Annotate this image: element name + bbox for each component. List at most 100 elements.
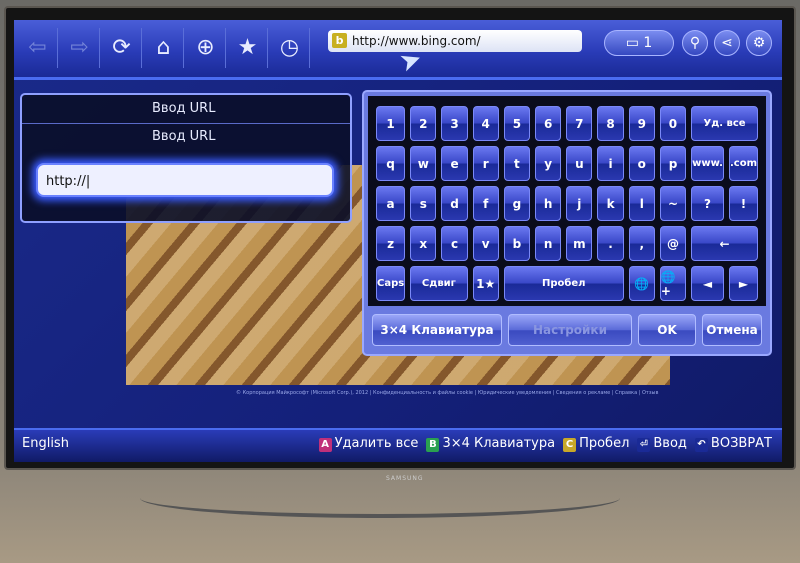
key-8[interactable]: 8 — [597, 106, 624, 141]
hint-label: 3×4 Клавиатура — [442, 436, 556, 451]
bing-favicon-icon: b — [332, 33, 347, 48]
key-,[interactable]: , — [628, 226, 655, 261]
key-special[interactable]: Уд. все — [691, 106, 758, 141]
keyboard-action-button[interactable]: Настройки — [508, 314, 632, 346]
search-button[interactable]: ⚲ — [682, 30, 708, 56]
zoom-button[interactable]: ⊕ — [186, 28, 226, 68]
key-special[interactable]: 🌐 — [628, 266, 655, 301]
tabs-button[interactable]: ▭ 1 — [604, 30, 674, 56]
key-f[interactable]: f — [472, 186, 499, 221]
back-arrow-button[interactable]: ⇦ — [18, 28, 58, 68]
back-arrow-icon: ⇦ — [28, 35, 47, 60]
history-button[interactable]: ◷ — [270, 28, 310, 68]
key-z[interactable]: z — [376, 226, 406, 261]
key-4[interactable]: 4 — [472, 106, 499, 141]
key-6[interactable]: 6 — [535, 106, 562, 141]
keyboard-action-button[interactable]: OK — [638, 314, 696, 346]
url-input[interactable]: http://| — [36, 163, 334, 197]
key-i[interactable]: i — [597, 146, 624, 181]
key-a[interactable]: a — [376, 186, 406, 221]
key-special[interactable]: .com — [728, 146, 758, 181]
key-special[interactable]: 1★ — [472, 266, 499, 301]
forward-arrow-icon: ⇨ — [70, 35, 89, 60]
hint-4[interactable]: ↶ ВОЗВРАТ — [694, 436, 772, 452]
color-key-⏎-icon: ⏎ — [637, 438, 651, 452]
hint-label: Ввод — [653, 436, 687, 451]
url-input-value: http:// — [46, 174, 86, 189]
key-~[interactable]: ~ — [659, 186, 687, 221]
key-y[interactable]: y — [535, 146, 562, 181]
key-special[interactable]: Сдвиг — [410, 266, 468, 301]
key-special[interactable]: Пробел — [503, 266, 624, 301]
key-9[interactable]: 9 — [628, 106, 655, 141]
key-5[interactable]: 5 — [503, 106, 531, 141]
key-v[interactable]: v — [472, 226, 499, 261]
key-◄[interactable]: ◄ — [691, 266, 724, 301]
key-special[interactable]: Caps — [376, 266, 406, 301]
divider — [22, 123, 350, 124]
key-j[interactable]: j — [566, 186, 593, 221]
key-special[interactable]: www. — [691, 146, 724, 181]
language-indicator[interactable]: English — [22, 436, 69, 451]
zoom-icon: ⊕ — [196, 35, 215, 60]
key-3[interactable]: 3 — [441, 106, 468, 141]
settings-button[interactable]: ⚙ — [746, 30, 772, 56]
color-key-↶-icon: ↶ — [694, 438, 708, 452]
key-w[interactable]: w — [410, 146, 437, 181]
hint-0[interactable]: A Удалить все — [318, 436, 418, 452]
key-q[interactable]: q — [376, 146, 406, 181]
key-n[interactable]: n — [535, 226, 562, 261]
key-?[interactable]: ? — [691, 186, 724, 221]
key-b[interactable]: b — [503, 226, 531, 261]
hint-1[interactable]: B 3×4 Клавиатура — [426, 436, 555, 452]
refresh-button[interactable]: ⟳ — [102, 28, 142, 68]
hint-2[interactable]: C Пробел — [563, 436, 629, 452]
key-![interactable]: ! — [728, 186, 758, 221]
search-icon: ⚲ — [689, 35, 701, 51]
on-screen-keyboard: 1 2 3 4 5 6 7 8 9 0 Уд. все q w e r t y u i o p www. .com a s d f g… — [362, 90, 772, 356]
tv-screen: © Корпорация Майкрософт (Microsoft Corp.… — [14, 20, 782, 462]
bottom-hint-bar: English A Удалить все B 3×4 Клавиатура C Проб… — [14, 428, 782, 462]
key-k[interactable]: k — [597, 186, 624, 221]
key-e[interactable]: e — [441, 146, 468, 181]
home-button[interactable]: ⌂ — [144, 28, 184, 68]
share-icon: ⋖ — [721, 35, 733, 51]
key-d[interactable]: d — [441, 186, 468, 221]
color-key-B-icon: B — [426, 438, 440, 452]
star-button[interactable]: ★ — [228, 28, 268, 68]
key-o[interactable]: o — [628, 146, 655, 181]
key-.[interactable]: . — [597, 226, 624, 261]
key-←[interactable]: ← — [691, 226, 758, 261]
color-key-A-icon: A — [318, 438, 332, 452]
tab-count: 1 — [643, 35, 653, 51]
refresh-icon: ⟳ — [112, 35, 131, 60]
key-s[interactable]: s — [410, 186, 437, 221]
key-g[interactable]: g — [503, 186, 531, 221]
home-icon: ⌂ — [156, 35, 171, 60]
key-1[interactable]: 1 — [376, 106, 406, 141]
url-entry-panel: Ввод URL Ввод URL http://| — [20, 93, 352, 223]
key-2[interactable]: 2 — [410, 106, 437, 141]
hint-label: Пробел — [579, 436, 630, 451]
key-l[interactable]: l — [628, 186, 655, 221]
keyboard-action-button[interactable]: Отмена — [702, 314, 762, 346]
key-special[interactable]: 🌐+ — [659, 266, 687, 301]
share-button[interactable]: ⋖ — [714, 30, 740, 56]
key-0[interactable]: 0 — [659, 106, 687, 141]
address-bar[interactable]: b http://www.bing.com/ — [328, 30, 582, 52]
keyboard-action-button[interactable]: 3×4 Клавиатура — [372, 314, 502, 346]
key-p[interactable]: p — [659, 146, 687, 181]
key-m[interactable]: m — [566, 226, 593, 261]
key-u[interactable]: u — [566, 146, 593, 181]
key-c[interactable]: c — [441, 226, 468, 261]
forward-arrow-button[interactable]: ⇨ — [60, 28, 100, 68]
key-r[interactable]: r — [472, 146, 499, 181]
key-►[interactable]: ► — [728, 266, 758, 301]
key-t[interactable]: t — [503, 146, 531, 181]
key-h[interactable]: h — [535, 186, 562, 221]
hint-3[interactable]: ⏎ Ввод — [637, 436, 687, 452]
webpage-footer: © Корпорация Майкрософт (Microsoft Corp.… — [236, 390, 659, 396]
key-@[interactable]: @ — [659, 226, 687, 261]
key-7[interactable]: 7 — [566, 106, 593, 141]
key-x[interactable]: x — [410, 226, 437, 261]
